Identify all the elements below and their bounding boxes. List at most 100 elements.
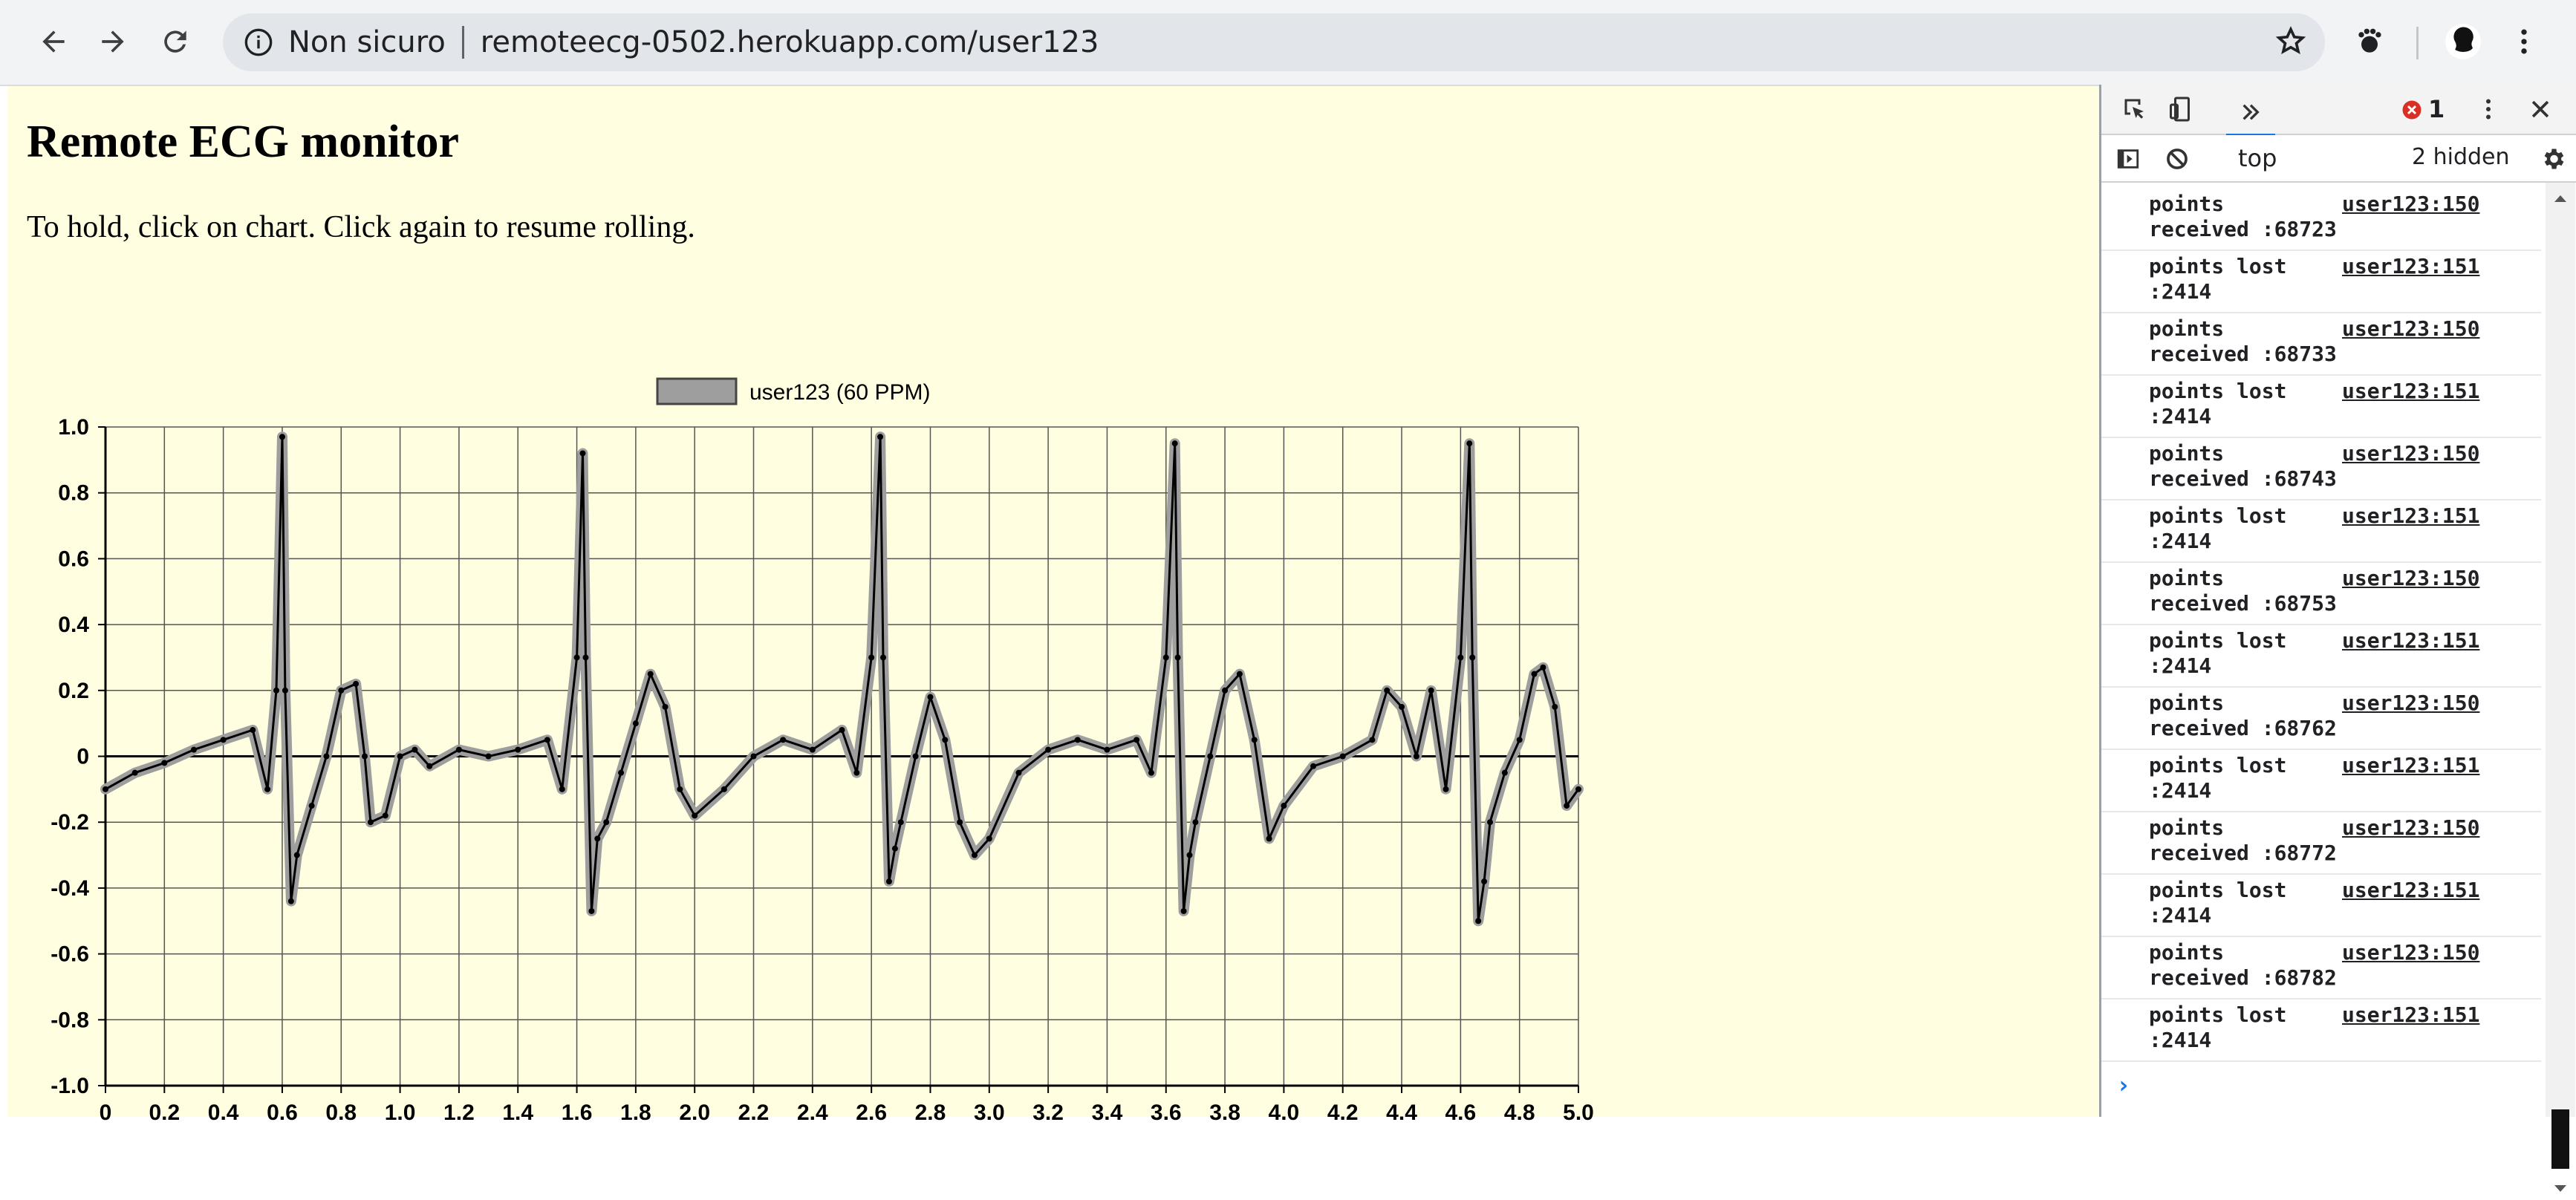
clear-console-icon[interactable] (2161, 143, 2193, 175)
console-log-entry: points received :68782 user123:150 (2101, 936, 2541, 1000)
x-tick-label: 4.6 (1445, 1100, 1477, 1121)
sidebar-toggle-icon[interactable] (2112, 143, 2144, 175)
data-point (897, 819, 904, 826)
x-tick-label: 4.2 (1327, 1100, 1359, 1121)
log-message: points received :68733 (2149, 316, 2337, 366)
console-log-entry: points received :68753 user123:150 (2101, 561, 2541, 625)
avatar-icon[interactable] (2439, 18, 2487, 65)
x-tick-label: 4.4 (1386, 1100, 1417, 1121)
data-point (308, 803, 315, 809)
data-point (1192, 819, 1199, 826)
data-point (1501, 769, 1508, 776)
data-point (559, 786, 565, 792)
x-tick-label: 4.0 (1269, 1100, 1300, 1121)
data-point (885, 878, 892, 885)
scrollbar-thumb[interactable] (2551, 1109, 2569, 1169)
devtools-panel: 1 top 2 hidden points received :68723 use… (2099, 85, 2576, 1192)
extension-icon[interactable] (2346, 18, 2393, 65)
data-point (1475, 918, 1482, 925)
data-point (1564, 803, 1570, 809)
x-tick-label: 0.4 (208, 1100, 239, 1121)
log-source-link[interactable]: user123:150 (2342, 316, 2479, 342)
data-point (1575, 786, 1581, 792)
x-tick-label: 5.0 (1563, 1100, 1594, 1121)
log-source-link[interactable]: user123:151 (2342, 503, 2479, 529)
log-source-link[interactable]: user123:150 (2342, 815, 2479, 841)
star-icon[interactable] (2267, 18, 2315, 65)
data-point (1339, 753, 1346, 760)
data-point (1074, 737, 1081, 743)
log-source-link[interactable]: user123:151 (2342, 753, 2479, 778)
log-source-link[interactable]: user123:150 (2342, 691, 2479, 716)
y-tick-label: -0.2 (51, 810, 89, 835)
error-count[interactable]: 1 (2428, 95, 2445, 123)
x-tick-label: 0.2 (149, 1100, 180, 1121)
data-point (1310, 763, 1317, 769)
data-point (455, 746, 462, 753)
ecg-chart[interactable]: 0 0.2 0.4 0.6 0.8 1.0 1.2 1.4 1.6 1.8 2.0 2.2 2.4 2.6… (7, 282, 1597, 1121)
data-point (1369, 737, 1376, 743)
y-tick-label: 1.0 (58, 415, 89, 440)
console-log-entry: points received :68723 user123:150 (2101, 187, 2541, 251)
log-source-link[interactable]: user123:151 (2342, 254, 2479, 279)
log-source-link[interactable]: user123:151 (2342, 878, 2479, 903)
console-toolbar: top 2 hidden (2101, 135, 2576, 183)
x-tick-label: 2.0 (679, 1100, 710, 1121)
data-point (809, 746, 816, 753)
settings-gear-icon[interactable] (2537, 143, 2569, 175)
device-toolbar-icon[interactable] (2164, 92, 2198, 126)
data-point (293, 852, 300, 858)
log-source-link[interactable]: user123:151 (2342, 1002, 2479, 1028)
log-message: points received :68723 (2149, 192, 2337, 241)
data-point (220, 737, 227, 743)
x-tick-label: 2.2 (738, 1100, 770, 1121)
close-icon[interactable] (2523, 92, 2557, 126)
console-log-entry: points lost :2414 user123:151 (2101, 998, 2541, 1062)
data-point (942, 737, 949, 743)
scroll-up-icon (2554, 195, 2566, 202)
log-source-link[interactable]: user123:150 (2342, 441, 2479, 466)
console-log-entry: points received :68772 user123:150 (2101, 811, 2541, 875)
data-point (1133, 737, 1140, 743)
scroll-down-icon (2554, 1185, 2566, 1192)
log-source-link[interactable]: user123:150 (2342, 192, 2479, 217)
data-point (780, 737, 787, 743)
legend-swatch (656, 377, 738, 405)
data-point (986, 835, 992, 842)
devtools-menu-icon[interactable] (2471, 92, 2505, 126)
error-icon[interactable] (2397, 95, 2427, 125)
inspect-element-icon[interactable] (2118, 92, 2152, 126)
hidden-count[interactable]: 2 hidden (2412, 144, 2510, 170)
page-instructions: To hold, click on chart. Click again to … (27, 210, 695, 244)
forward-arrow-icon[interactable] (89, 18, 137, 65)
console-prompt-icon[interactable]: › (2116, 1071, 2130, 1099)
data-point (588, 907, 595, 914)
data-point (877, 434, 884, 440)
data-point (662, 703, 669, 710)
console-log-entry: points received :68743 user123:150 (2101, 437, 2541, 500)
info-icon[interactable] (242, 26, 275, 59)
log-source-link[interactable]: user123:150 (2342, 940, 2479, 965)
context-selector[interactable]: top (2238, 144, 2277, 172)
log-source-link[interactable]: user123:151 (2342, 628, 2479, 653)
data-point (1531, 671, 1538, 677)
log-source-link[interactable]: user123:150 (2342, 566, 2479, 591)
console-scrollbar[interactable] (2546, 183, 2575, 1192)
toolbar-divider (2416, 27, 2419, 59)
console-log-entry: points lost :2414 user123:151 (2101, 749, 2541, 812)
data-point (426, 763, 433, 769)
data-point (721, 786, 727, 792)
back-arrow-icon[interactable] (30, 18, 77, 65)
data-point (582, 654, 589, 661)
data-point (131, 769, 138, 776)
address-bar[interactable]: Non sicuro remoteecg-0502.herokuapp.com/… (223, 13, 2325, 71)
data-point (515, 746, 521, 753)
url-text[interactable]: remoteecg-0502.herokuapp.com/user123 (481, 25, 1099, 59)
x-tick-label: 3.2 (1032, 1100, 1064, 1121)
data-point (1222, 687, 1229, 694)
log-source-link[interactable]: user123:151 (2342, 379, 2479, 404)
more-tabs-icon[interactable] (2226, 91, 2275, 137)
data-point (1443, 786, 1449, 792)
menu-dots-icon[interactable] (2500, 18, 2548, 65)
reload-icon[interactable] (152, 18, 199, 65)
